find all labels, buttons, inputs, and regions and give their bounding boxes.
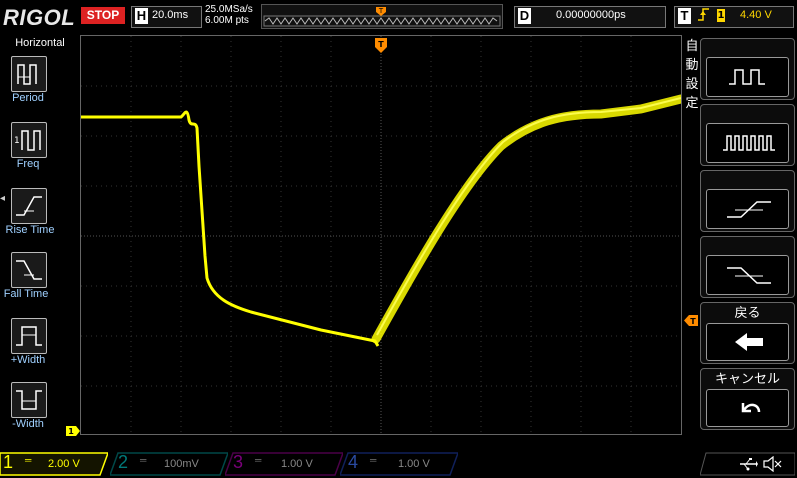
fall-time-icon: [11, 252, 47, 288]
ch1-coupling-icon: ═: [25, 455, 32, 465]
delay-value: 0.00000000ps: [556, 9, 626, 21]
title-char: 定: [685, 96, 699, 111]
neg-width-label: -Width: [12, 418, 44, 430]
ch3-coupling-icon: ═: [255, 455, 262, 465]
frequency-icon: 1: [11, 122, 47, 158]
memory-trigger-marker: T: [378, 7, 384, 15]
waveform-display[interactable]: [80, 35, 682, 435]
multi-period-wave-icon: [706, 123, 789, 163]
auto-falling-edge-button[interactable]: [700, 236, 795, 298]
measure-period-item[interactable]: Period: [0, 56, 80, 120]
rise-time-icon: [11, 188, 47, 224]
ch2-scale: 100mV: [164, 458, 199, 470]
ch1-ground-label: 1: [68, 427, 74, 436]
cancel-label: キャンセル: [714, 372, 780, 387]
trigger-level-marker[interactable]: T: [684, 311, 698, 326]
ch2-coupling-icon: ═: [140, 455, 147, 465]
auto-rising-edge-button[interactable]: [700, 170, 795, 232]
title-char: 動: [685, 58, 699, 73]
ch4-coupling-icon: ═: [370, 455, 377, 465]
measure-rise-time-item[interactable]: ◂ Rise Time: [0, 188, 80, 252]
ch4-tab[interactable]: 4 ═ 1.00 V: [340, 452, 458, 476]
sample-rate: 25.0MSa/s: [205, 4, 253, 15]
ch2-number: 2: [118, 452, 129, 472]
ch4-scale: 1.00 V: [398, 458, 430, 470]
run-stop-button[interactable]: STOP: [81, 7, 125, 24]
trigger-position-label: T: [378, 40, 384, 49]
trigger-position-marker[interactable]: T: [375, 38, 387, 54]
pos-width-label: +Width: [10, 354, 46, 366]
freq-label: Freq: [16, 158, 40, 170]
back-label: 戻る: [734, 306, 761, 321]
fall-time-label: Fall Time: [3, 288, 49, 300]
ch1-number: 1: [3, 452, 14, 472]
single-period-wave-icon: [706, 57, 789, 97]
memory-waveform-icon: T: [263, 7, 501, 27]
trigger-level: 4.40 V: [740, 9, 772, 21]
ch3-number: 3: [233, 452, 244, 472]
title-char: 設: [685, 77, 699, 92]
undo-icon: [706, 389, 789, 427]
measure-neg-width-item[interactable]: -Width: [0, 382, 80, 446]
timebase-label: H: [135, 8, 148, 24]
negative-width-icon: [11, 382, 47, 418]
back-arrow-icon: [706, 323, 789, 361]
back-button[interactable]: 戻る: [700, 302, 795, 364]
auto-period-button[interactable]: [700, 38, 795, 100]
left-menu-title: Horizontal: [15, 37, 65, 49]
ch4-number: 4: [348, 452, 359, 472]
selected-arrow-icon: ◂: [0, 193, 6, 204]
trigger-label: T: [678, 8, 691, 24]
status-icons-area: [700, 452, 795, 476]
rise-time-label: Rise Time: [5, 224, 55, 236]
svg-text:1: 1: [14, 136, 20, 146]
rising-edge-icon: [697, 7, 711, 26]
ch1-tab[interactable]: 1 ═ 2.00 V: [0, 452, 108, 476]
memory-overview[interactable]: T: [261, 4, 503, 29]
cancel-button[interactable]: キャンセル: [700, 368, 795, 430]
sound-muted-icon[interactable]: [762, 455, 782, 476]
memory-depth: 6.00M pts: [205, 15, 249, 26]
ch2-tab[interactable]: 2 ═ 100mV: [110, 452, 228, 476]
trigger-box[interactable]: [674, 6, 794, 28]
trigger-level-label: T: [690, 317, 696, 326]
measure-freq-item[interactable]: 1 Freq: [0, 122, 80, 186]
measure-pos-width-item[interactable]: +Width: [0, 318, 80, 382]
auto-setup-title: 自 動 設 定: [683, 37, 701, 113]
acquisition-info: 25.0MSa/s 6.00M pts: [205, 4, 253, 26]
brand-logo: RIGOL: [3, 5, 76, 30]
measure-fall-time-item[interactable]: Fall Time: [0, 252, 80, 316]
ch1-scale: 2.00 V: [48, 458, 80, 470]
period-label: Period: [12, 92, 44, 104]
waveform-canvas: [81, 36, 681, 434]
period-icon: [11, 56, 47, 92]
ch3-scale: 1.00 V: [281, 458, 313, 470]
usb-icon: [738, 456, 758, 475]
rising-edge-wave-icon: [706, 189, 789, 229]
positive-width-icon: [11, 318, 47, 354]
delay-label: D: [518, 8, 531, 24]
ch1-ground-marker[interactable]: 1: [66, 421, 80, 436]
ch3-tab[interactable]: 3 ═ 1.00 V: [225, 452, 343, 476]
trigger-source: 1: [717, 9, 725, 22]
title-char: 自: [685, 39, 699, 54]
timebase-value: 20.0ms: [152, 9, 189, 21]
falling-edge-wave-icon: [706, 255, 789, 295]
center-axes: [81, 36, 681, 434]
auto-multi-period-button[interactable]: [700, 104, 795, 166]
